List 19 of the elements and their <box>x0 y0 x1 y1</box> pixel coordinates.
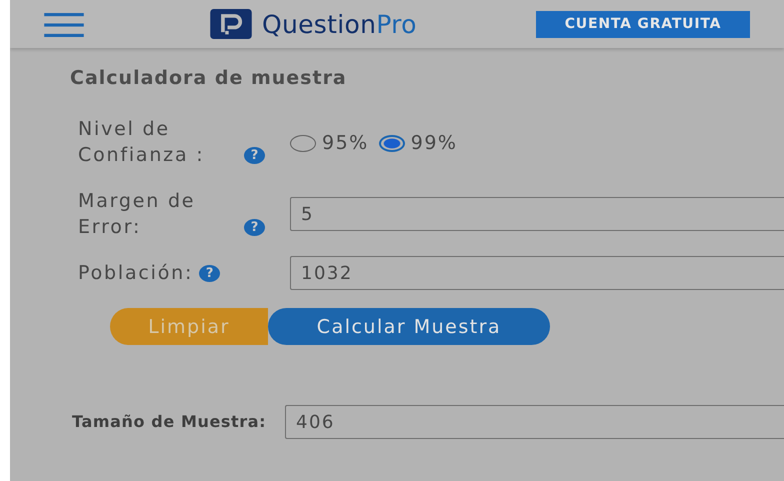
field-label: Población: <box>78 261 194 286</box>
logo-icon <box>208 9 254 39</box>
field-label: Nivel de Confianza : <box>78 117 206 168</box>
result-field: 406 <box>285 405 784 439</box>
field-label: Margen de Error: <box>78 189 196 240</box>
calculate-button[interactable]: Calcular Muestra <box>268 308 550 345</box>
help-icon[interactable]: ? <box>199 265 220 282</box>
page-title: Calculadora de muestra <box>70 66 348 91</box>
help-icon[interactable]: ? <box>244 147 265 164</box>
option-label: 99% <box>410 132 458 154</box>
help-icon[interactable]: ? <box>244 219 265 236</box>
option-label: 95% <box>322 132 369 154</box>
result-label: Tamaño de Muestra: <box>72 414 268 430</box>
input-field[interactable]: 5 <box>290 197 784 231</box>
input-field[interactable]: 1032 <box>290 256 784 290</box>
radio-button[interactable] <box>290 134 316 152</box>
radio-button[interactable] <box>378 134 405 152</box>
signup-button[interactable]: CUENTA GRATUITA <box>536 10 750 38</box>
logo-text: QuestionPro <box>262 10 417 38</box>
